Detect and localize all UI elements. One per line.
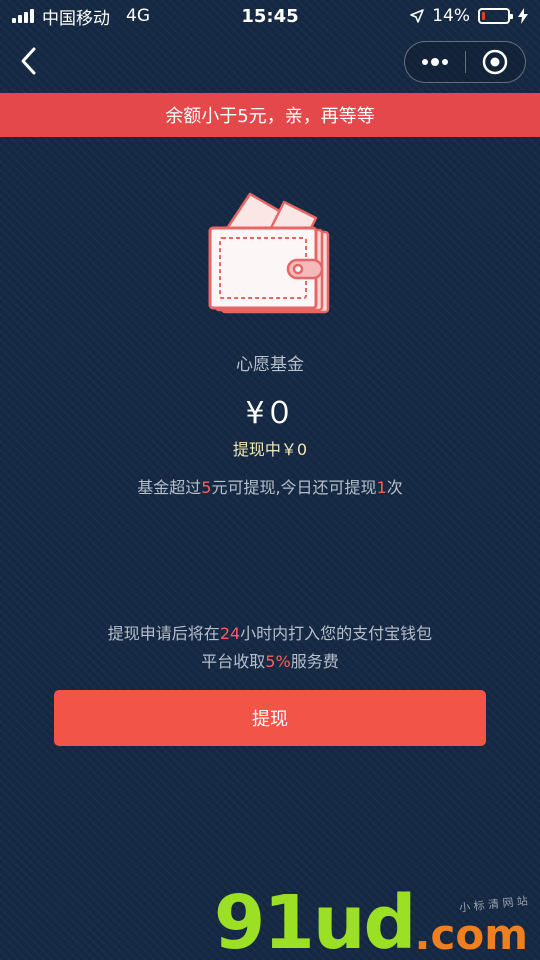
fund-note-middle: 元可提现,今日还可提现 [211,478,377,497]
status-time: 15:45 [241,5,299,27]
battery-fill [482,12,486,20]
location-icon [410,9,425,23]
battery-icon [478,8,513,24]
fund-note-times: 1 [376,478,387,497]
fund-title: 心愿基金 [236,355,304,375]
fund-note-min: 5 [201,478,212,497]
more-dots-icon [421,58,448,66]
info-line-1-suffix: 小时内打入您的支付宝钱包 [240,624,433,643]
more-menu-button[interactable] [405,42,465,82]
info-line-2-prefix: 平台收取 [201,652,266,671]
fund-amount: ¥０ [245,396,295,431]
watermark-domain: .com [414,910,528,959]
status-bar: 中国移动 4G 15:45 14% [0,0,540,32]
info-line-2: 平台收取5%服务费 [0,648,540,672]
target-circle-icon [483,49,508,75]
notice-banner-text: 余额小于5元，亲，再等等 [165,106,375,127]
withdraw-button-label: 提现 [252,709,288,730]
watermark-main: 91ud [213,880,417,960]
wallet-icon [208,192,330,314]
info-line-1-prefix: 提现申请后将在 [107,624,220,643]
watermark-logo: 91ud .com [214,880,528,960]
chevron-left-icon [21,47,36,75]
network-label: 4G [126,6,150,26]
info-line-2-suffix: 服务费 [290,652,339,671]
fund-note-suffix: 次 [386,478,403,497]
fund-note: 基金超过5元可提现,今日还可提现1次 [0,474,540,498]
status-left: 中国移动 4G [12,4,150,29]
battery-percent: 14% [432,6,470,26]
charging-icon [518,8,528,24]
withdrawing-amount: 提现中￥0 [232,440,308,459]
back-button[interactable] [14,44,42,78]
withdraw-button[interactable]: 提现 [54,690,486,746]
notice-banner: 余额小于5元，亲，再等等 [0,93,540,137]
status-right: 14% [410,6,528,26]
info-hours: 24 [219,624,241,643]
info-line-1: 提现申请后将在24小时内打入您的支付宝钱包 [0,620,540,644]
carrier-label: 中国移动 [42,8,110,29]
signal-icon [12,9,34,23]
fund-note-prefix: 基金超过 [137,478,202,497]
info-fee: 5% [265,652,291,671]
nav-bar [0,32,540,92]
close-mini-program-button[interactable] [466,42,526,82]
mini-program-capsule [404,41,526,83]
